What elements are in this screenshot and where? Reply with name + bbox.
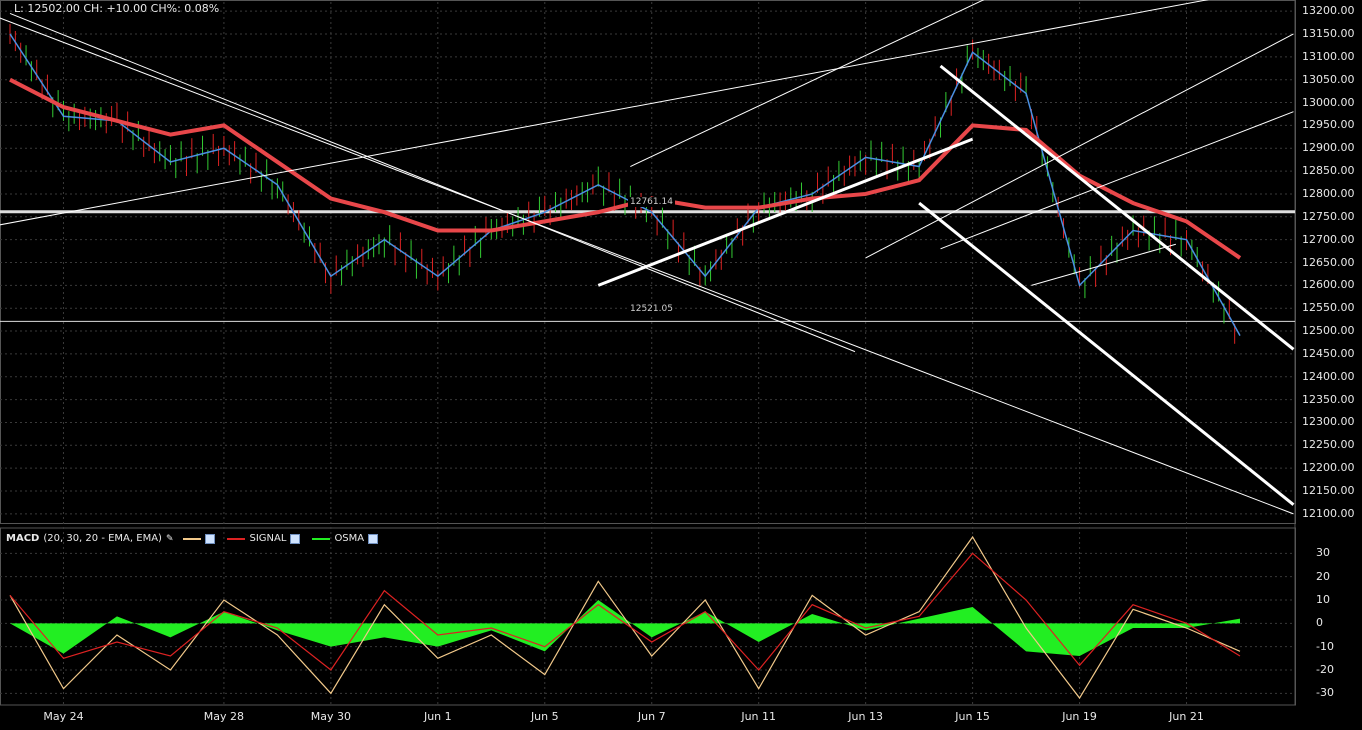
price-tick-label: 13150.00 xyxy=(1302,26,1355,40)
macd-tick-label: 0 xyxy=(1316,616,1323,630)
trendline xyxy=(630,0,985,167)
macd-params: (20, 30, 20 - EMA, EMA) xyxy=(43,533,162,544)
macd-line-swatch xyxy=(183,537,202,540)
signal-label: SIGNAL xyxy=(249,533,287,544)
price-tick-label: 13050.00 xyxy=(1302,72,1355,86)
hline-label-upper: 12761.14 xyxy=(628,197,675,207)
x-tick-label: Jun 5 xyxy=(530,710,559,723)
price-tick-label: 12200.00 xyxy=(1302,461,1355,475)
price-tick-label: 12450.00 xyxy=(1302,346,1355,360)
x-tick-label: Jun 7 xyxy=(637,710,666,723)
price-tick-label: 12800.00 xyxy=(1302,186,1355,200)
x-tick-label: May 30 xyxy=(310,710,351,723)
chart-window: L: 12502.00 CH: +10.00 CH%: 0.08% 12761.… xyxy=(0,0,1362,730)
osma-visible-checkbox[interactable] xyxy=(368,533,379,544)
price-tick-label: 12850.00 xyxy=(1302,164,1355,178)
macd-tick-label: 10 xyxy=(1316,593,1330,606)
osma-swatch xyxy=(312,537,331,540)
trendline xyxy=(939,64,1295,351)
hline-label-lower: 12521.05 xyxy=(628,304,675,314)
price-tick-label: 13100.00 xyxy=(1302,49,1355,63)
price-tick-label: 12150.00 xyxy=(1302,484,1355,497)
price-tick-label: 12550.00 xyxy=(1302,301,1355,315)
price-tick-label: 12700.00 xyxy=(1302,232,1355,246)
price-tick-label: 12750.00 xyxy=(1302,209,1355,223)
price-tick-label: 13000.00 xyxy=(1302,95,1355,109)
price-tick-label: 12400.00 xyxy=(1302,369,1355,383)
slow-ma-line xyxy=(9,77,1242,260)
macd-tick-label: -20 xyxy=(1316,663,1334,676)
macd-visible-checkbox[interactable] xyxy=(205,533,216,544)
macd-line xyxy=(9,535,1241,700)
price-tick-label: 12300.00 xyxy=(1302,415,1355,429)
signal-visible-checkbox[interactable] xyxy=(290,533,301,544)
price-tick-label: 12350.00 xyxy=(1302,392,1355,406)
macd-title: MACD xyxy=(6,533,40,544)
x-tick-label: Jun 1 xyxy=(423,710,452,723)
x-tick-label: Jun 15 xyxy=(955,710,990,723)
price-tick-label: 12500.00 xyxy=(1302,324,1355,338)
price-tick-label: 12250.00 xyxy=(1302,438,1355,452)
osma-histogram xyxy=(10,600,1240,656)
chart-canvas[interactable] xyxy=(0,0,1362,730)
osma-label: OSMA xyxy=(334,533,365,544)
trendline xyxy=(1031,243,1176,286)
x-tick-label: May 28 xyxy=(203,710,245,723)
macd-panel-frame xyxy=(0,527,1296,706)
signal-line-swatch xyxy=(227,537,246,540)
price-tick-label: 12900.00 xyxy=(1302,141,1355,155)
macd-tick-label: 30 xyxy=(1316,546,1330,560)
price-tick-label: 12100.00 xyxy=(1302,506,1355,520)
price-tick-label: 12650.00 xyxy=(1302,255,1355,269)
x-tick-label: Jun 13 xyxy=(848,710,883,723)
macd-tick-label: -10 xyxy=(1316,639,1334,653)
price-tick-label: 12950.00 xyxy=(1302,118,1355,132)
macd-legend: MACD (20, 30, 20 - EMA, EMA) ✎ SIGNAL OS… xyxy=(6,532,380,545)
trendline xyxy=(9,12,856,353)
edit-icon[interactable]: ✎ xyxy=(166,534,174,544)
x-tick-label: Jun 19 xyxy=(1062,710,1097,723)
x-tick-label: Jun 21 xyxy=(1169,710,1204,723)
macd-tick-label: -30 xyxy=(1316,686,1334,700)
macd-tick-label: 20 xyxy=(1316,569,1330,583)
x-tick-label: Jun 11 xyxy=(741,710,777,723)
price-tick-label: 12600.00 xyxy=(1302,278,1355,292)
price-tick-label: 13200.00 xyxy=(1302,4,1355,18)
x-tick-label: May 24 xyxy=(43,710,84,723)
trendline xyxy=(940,111,1294,250)
quote-readout: L: 12502.00 CH: +10.00 CH%: 0.08% xyxy=(14,2,220,15)
